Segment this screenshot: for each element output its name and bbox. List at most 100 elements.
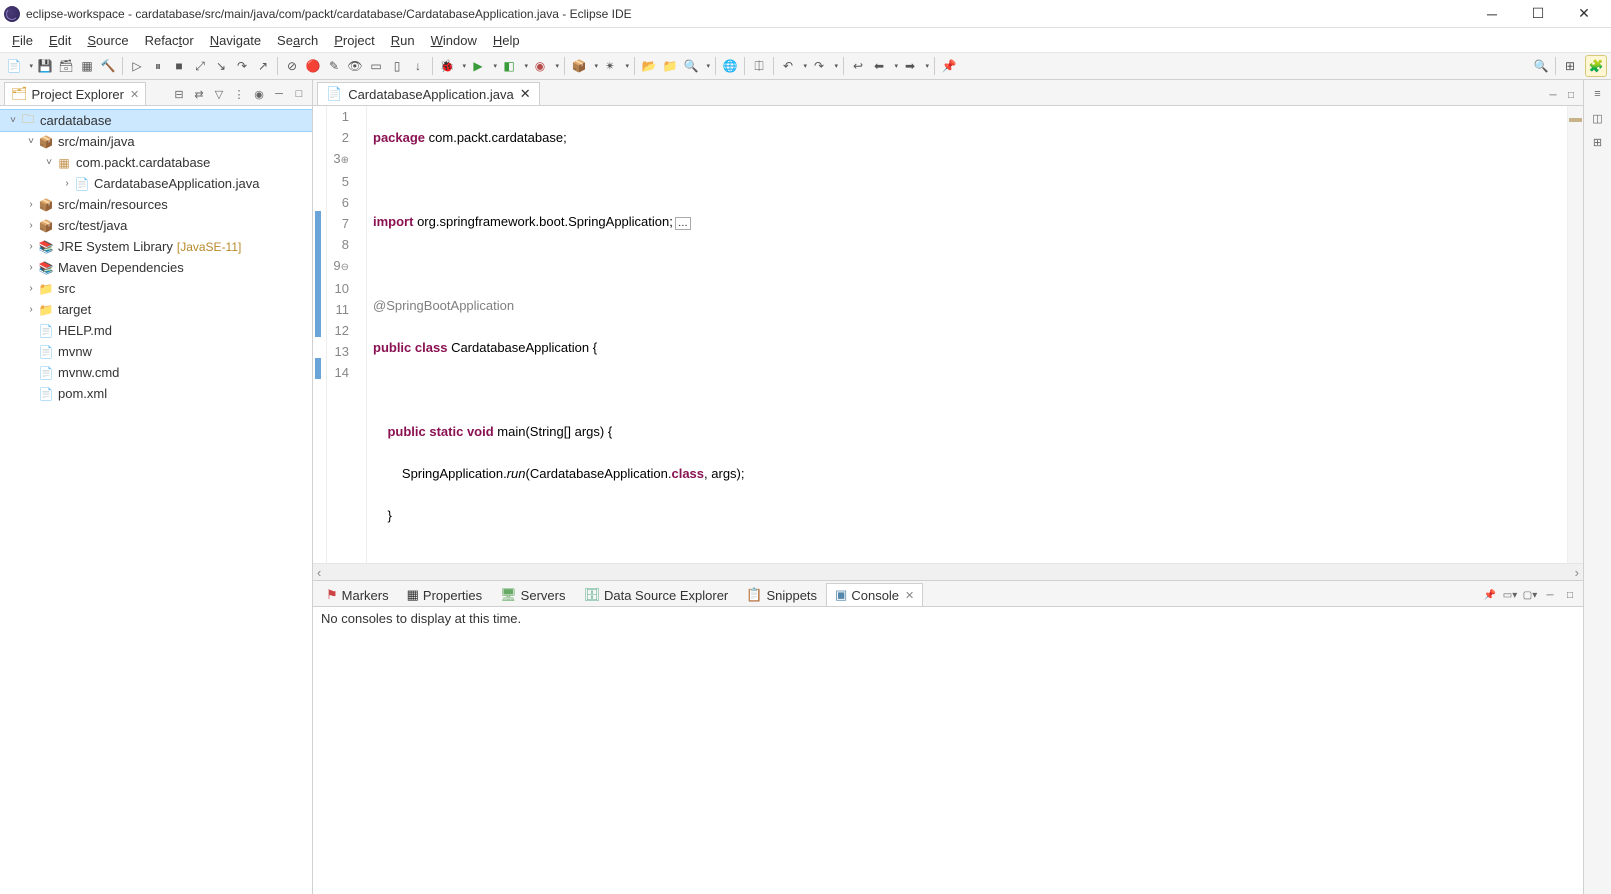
tree-src-main-resources[interactable]: ›📦 src/main/resources — [0, 194, 312, 215]
forward-button[interactable]: ➡ — [900, 56, 930, 76]
open-console-button[interactable]: ▢▾ — [1521, 586, 1539, 604]
last-edit-button[interactable]: ↩ — [848, 56, 868, 76]
close-button[interactable]: ✕ — [1561, 0, 1607, 28]
open-perspective-button[interactable]: ⊞ — [1560, 56, 1580, 76]
inspect-button[interactable]: ▯ — [387, 56, 407, 76]
tree-pom[interactable]: 📄 pom.xml — [0, 383, 312, 404]
other-shortcut[interactable]: ⊞ — [1588, 132, 1608, 152]
suspend-button[interactable]: ⏸ — [148, 56, 168, 76]
resume-button[interactable]: ▷ — [127, 56, 147, 76]
tab-data-source[interactable]: 🗄Data Source Explorer — [574, 583, 737, 606]
open-task-button[interactable]: 📁 — [660, 56, 680, 76]
tab-servers[interactable]: 🖥Servers — [491, 583, 574, 606]
step-into-button[interactable]: ↘ — [211, 56, 231, 76]
build-button[interactable]: 🔨 — [98, 56, 118, 76]
tree-src-folder[interactable]: ›📁 src — [0, 278, 312, 299]
skip-breakpoints-button[interactable]: ⊘ — [282, 56, 302, 76]
maximize-editor-button[interactable]: □ — [1563, 87, 1579, 103]
drop-frame-button[interactable]: ↓ — [408, 56, 428, 76]
tab-snippets[interactable]: 📋Snippets — [737, 583, 826, 606]
toggle-mark-button[interactable]: ⎅ — [749, 56, 769, 76]
close-console-icon[interactable]: ✕ — [905, 589, 914, 602]
view-menu-button[interactable]: ⋮ — [230, 85, 248, 103]
tree-maven[interactable]: ›📚 Maven Dependencies — [0, 257, 312, 278]
project-tree[interactable]: ˅🗀 cardatabase ˅📦 src/main/java ˅▦ com.p… — [0, 106, 312, 894]
filter-button[interactable]: ▽ — [210, 85, 228, 103]
overview-ruler[interactable] — [1567, 106, 1583, 563]
pin-button[interactable]: 📌 — [939, 56, 959, 76]
java-ee-perspective-button[interactable]: 🧩 — [1585, 55, 1607, 77]
focus-button[interactable]: ◉ — [250, 85, 268, 103]
tab-console[interactable]: ▣Console✕ — [826, 583, 923, 606]
watch-button[interactable]: 👁 — [345, 56, 365, 76]
terminate-button[interactable]: ■ — [169, 56, 189, 76]
new-button[interactable]: 📄 — [4, 56, 34, 76]
step-return-button[interactable]: ↗ — [253, 56, 273, 76]
menu-window[interactable]: Window — [423, 31, 485, 50]
close-editor-icon[interactable]: ✕ — [520, 86, 531, 102]
new-wizard-button[interactable]: ✴ — [600, 56, 630, 76]
step-over-button[interactable]: ↷ — [232, 56, 252, 76]
save-all-button[interactable]: 🗃 — [56, 56, 76, 76]
run-last-button[interactable]: ◉ — [530, 56, 560, 76]
quick-access-button[interactable]: 🔍 — [1531, 56, 1551, 76]
toggle-button[interactable]: ▦ — [77, 56, 97, 76]
menu-navigate[interactable]: Navigate — [202, 31, 269, 50]
fold-bar[interactable] — [353, 106, 367, 563]
menu-search[interactable]: Search — [269, 31, 326, 50]
pin-console-button[interactable]: 📌 — [1481, 586, 1499, 604]
search-button[interactable]: 🔍 — [681, 56, 711, 76]
open-type-button[interactable]: 📂 — [639, 56, 659, 76]
tree-project[interactable]: ˅🗀 cardatabase — [0, 110, 312, 131]
menu-edit[interactable]: Edit — [41, 31, 79, 50]
menu-source[interactable]: Source — [79, 31, 136, 50]
display-console-button[interactable]: ▭▾ — [1501, 586, 1519, 604]
tree-mvnw[interactable]: 📄 mvnw — [0, 341, 312, 362]
tree-jre[interactable]: ›📚 JRE System Library [JavaSE-11] — [0, 236, 312, 257]
new-java-button[interactable]: 📦 — [569, 56, 599, 76]
tab-markers[interactable]: ⚑Markers — [317, 583, 398, 606]
link-editor-button[interactable]: ⇄ — [190, 85, 208, 103]
editor-scrollbar[interactable]: ‹› — [313, 563, 1583, 580]
outline-shortcut[interactable]: ≡ — [1588, 84, 1608, 104]
minimize-editor-button[interactable]: ─ — [1545, 87, 1561, 103]
collapse-all-button[interactable]: ⊟ — [170, 85, 188, 103]
tree-src-main-java[interactable]: ˅📦 src/main/java — [0, 131, 312, 152]
project-explorer-tab[interactable]: 🗂 Project Explorer ✕ — [4, 82, 146, 105]
code-editor[interactable]: 123⊕56789⊖1011121314 package com.packt.c… — [313, 106, 1583, 563]
menu-project[interactable]: Project — [326, 31, 382, 50]
disconnect-button[interactable]: ⤢ — [190, 56, 210, 76]
maximize-view-button[interactable]: □ — [290, 85, 308, 103]
tree-package[interactable]: ˅▦ com.packt.cardatabase — [0, 152, 312, 173]
back-button[interactable]: ⬅ — [869, 56, 899, 76]
expression-button[interactable]: ✎ — [324, 56, 344, 76]
web-button[interactable]: 🌐 — [720, 56, 740, 76]
maximize-button[interactable]: ☐ — [1515, 0, 1561, 28]
coverage-button[interactable]: ◧ — [499, 56, 529, 76]
menu-file[interactable]: File — [4, 31, 41, 50]
breakpoint-button[interactable]: 🔴 — [303, 56, 323, 76]
editor-tab[interactable]: 📄 CardatabaseApplication.java ✕ — [317, 82, 540, 105]
minimize-console-button[interactable]: ─ — [1541, 586, 1559, 604]
run-button[interactable]: ▶ — [468, 56, 498, 76]
tree-help-md[interactable]: 📄 HELP.md — [0, 320, 312, 341]
tree-app-java[interactable]: ›📄 CardatabaseApplication.java — [0, 173, 312, 194]
tree-mvnw-cmd[interactable]: 📄 mvnw.cmd — [0, 362, 312, 383]
prev-annotation-button[interactable]: ↶ — [778, 56, 808, 76]
minimize-button[interactable]: ─ — [1469, 0, 1515, 28]
code-content[interactable]: package com.packt.cardatabase; import or… — [367, 106, 1567, 563]
debug-button[interactable]: 🐞 — [437, 56, 467, 76]
save-button[interactable]: 💾 — [35, 56, 55, 76]
close-view-icon[interactable]: ✕ — [130, 88, 139, 101]
menu-help[interactable]: Help — [485, 31, 528, 50]
display-button[interactable]: ▭ — [366, 56, 386, 76]
next-annotation-button[interactable]: ↷ — [809, 56, 839, 76]
minimize-view-button[interactable]: ─ — [270, 85, 288, 103]
tab-properties[interactable]: ▦Properties — [398, 583, 492, 606]
maximize-console-button[interactable]: □ — [1561, 586, 1579, 604]
tree-target[interactable]: ›📁 target — [0, 299, 312, 320]
menu-refactor[interactable]: Refactor — [137, 31, 202, 50]
task-list-shortcut[interactable]: ◫ — [1588, 108, 1608, 128]
tree-src-test-java[interactable]: ›📦 src/test/java — [0, 215, 312, 236]
menu-run[interactable]: Run — [383, 31, 423, 50]
